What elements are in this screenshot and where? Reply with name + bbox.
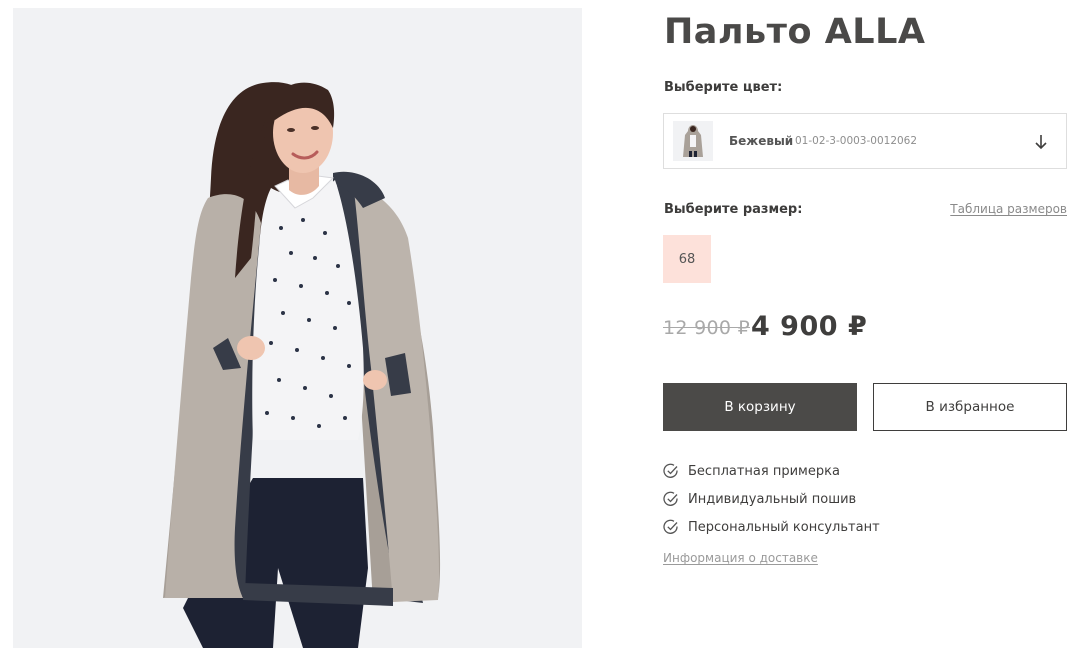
color-thumbnail [673, 121, 713, 161]
old-price: 12 900 ₽ [663, 317, 751, 339]
feature-text: Персональный консультант [688, 519, 880, 535]
color-select[interactable]: Бежевый 01-02-3-0003-0012062 [663, 113, 1067, 169]
color-name: Бежевый [729, 134, 794, 148]
feature-text: Индивидуальный пошив [688, 491, 857, 507]
product-photo[interactable] [13, 8, 582, 648]
color-label: Выберите цвет: [664, 80, 783, 95]
feature-item: Индивидуальный пошив [663, 485, 880, 513]
product-title: Пальто ALLA [664, 12, 926, 52]
model-illustration [163, 82, 441, 648]
feature-text: Бесплатная примерка [688, 463, 840, 479]
size-label: Выберите размер: [664, 202, 803, 217]
current-price: 4 900 ₽ [751, 311, 868, 342]
features-list: Бесплатная примерка Индивидуальный пошив… [663, 457, 880, 541]
delivery-info-link[interactable]: Информация о доставке [663, 551, 818, 565]
check-circle-icon [663, 519, 678, 534]
feature-item: Бесплатная примерка [663, 457, 880, 485]
add-to-cart-button[interactable]: В корзину [663, 383, 857, 431]
color-sku: 01-02-3-0003-0012062 [795, 135, 918, 147]
feature-item: Персональный консультант [663, 513, 880, 541]
size-table-link[interactable]: Таблица размеров [950, 202, 1067, 216]
size-option-68[interactable]: 68 [663, 235, 711, 283]
arrow-down-icon[interactable] [1034, 134, 1048, 150]
check-circle-icon [663, 463, 678, 478]
check-circle-icon [663, 491, 678, 506]
add-to-favorites-button[interactable]: В избранное [873, 383, 1067, 431]
